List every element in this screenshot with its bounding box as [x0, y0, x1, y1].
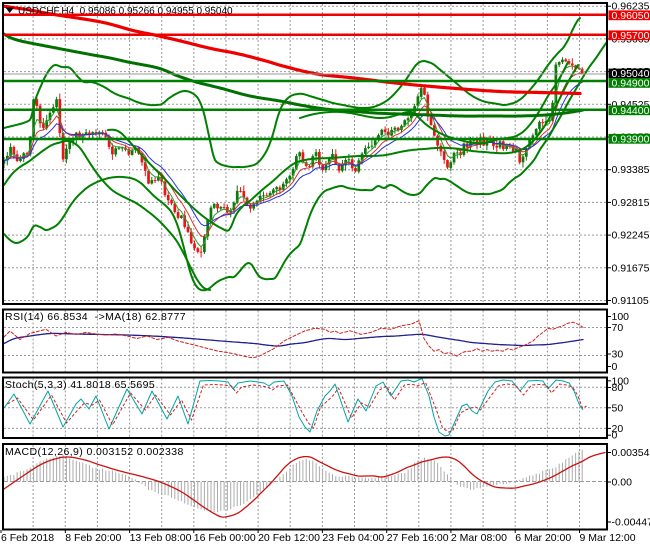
- svg-text:20 Feb 12:00: 20 Feb 12:00: [258, 532, 320, 544]
- svg-text:0.00354: 0.00354: [612, 447, 650, 459]
- svg-text:0.94900: 0.94900: [612, 77, 650, 89]
- svg-text:6 Feb 2018: 6 Feb 2018: [1, 532, 54, 544]
- svg-text:6 Mar 20:00: 6 Mar 20:00: [515, 532, 571, 544]
- svg-text:0: 0: [612, 361, 618, 373]
- svg-text:0: 0: [612, 430, 618, 442]
- svg-text:0.93900: 0.93900: [612, 133, 650, 145]
- svg-text:16 Feb 00:00: 16 Feb 00:00: [194, 532, 256, 544]
- svg-text:MACD(12,26,9) 0.003152 0.00233: MACD(12,26,9) 0.003152 0.002338: [5, 446, 184, 458]
- svg-text:80: 80: [612, 382, 624, 394]
- svg-text:0.92245: 0.92245: [612, 230, 650, 242]
- svg-text:0.91105: 0.91105: [612, 295, 649, 307]
- svg-text:23 Feb 04:00: 23 Feb 04:00: [322, 532, 384, 544]
- svg-text:27 Feb 16:00: 27 Feb 16:00: [387, 532, 449, 544]
- svg-text:2 Mar 08:00: 2 Mar 08:00: [451, 532, 507, 544]
- svg-text:0.95700: 0.95700: [612, 30, 650, 42]
- svg-text:0.93385: 0.93385: [612, 164, 650, 176]
- svg-text:-0.004475: -0.004475: [612, 517, 650, 529]
- svg-text:8 Feb 20:00: 8 Feb 20:00: [65, 532, 121, 544]
- svg-text:Stoch(5,3,3) 41.8018 65.5695: Stoch(5,3,3) 41.8018 65.5695: [5, 379, 155, 391]
- svg-text:30: 30: [612, 349, 624, 361]
- svg-text:0.92815: 0.92815: [612, 197, 650, 209]
- svg-text:70: 70: [612, 322, 624, 334]
- svg-text:RSI(14) 66.8534 ->MA(18) 62.8: RSI(14) 66.8534 ->MA(18) 62.8777: [5, 311, 186, 323]
- svg-text:9 Mar 12:00: 9 Mar 12:00: [580, 532, 636, 544]
- svg-text:0.96050: 0.96050: [612, 10, 650, 22]
- svg-text:0.91675: 0.91675: [612, 262, 650, 274]
- svg-text:50: 50: [612, 402, 624, 414]
- svg-text:0.94400: 0.94400: [612, 105, 650, 117]
- svg-text:13 Feb 08:00: 13 Feb 08:00: [130, 532, 192, 544]
- svg-text:0.00: 0.00: [612, 477, 633, 489]
